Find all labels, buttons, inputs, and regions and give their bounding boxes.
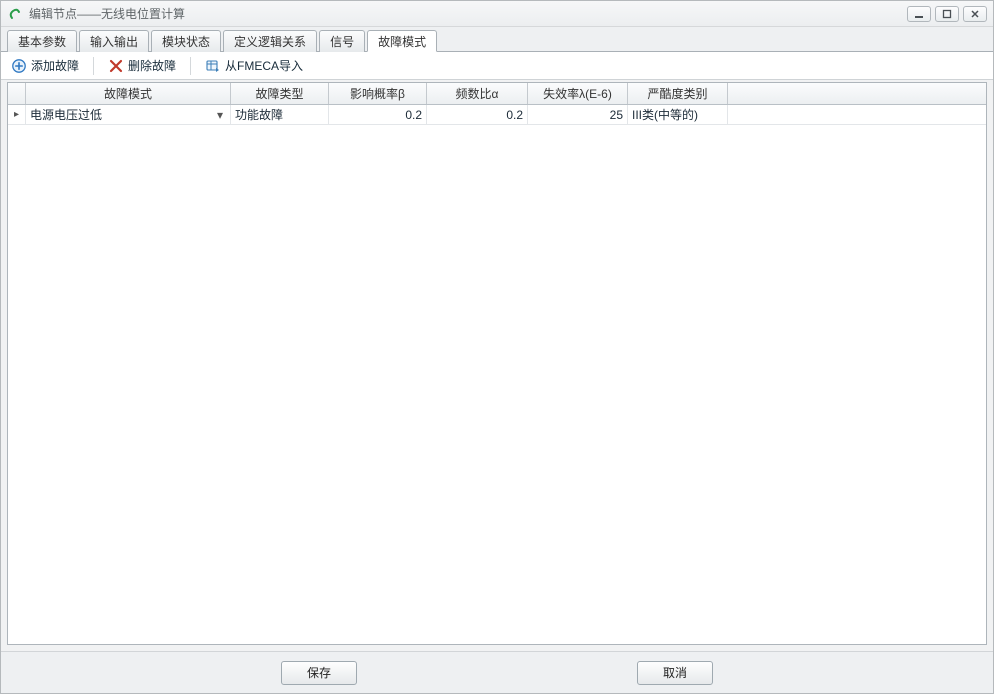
- delete-x-icon: [108, 58, 124, 74]
- tab-io[interactable]: 输入输出: [79, 30, 149, 52]
- cell-alpha[interactable]: 0.2: [427, 105, 528, 124]
- cell-lambda[interactable]: 25: [528, 105, 628, 124]
- header-beta[interactable]: 影响概率β: [329, 83, 427, 104]
- add-failure-button[interactable]: 添加故障: [7, 55, 83, 76]
- button-label: 取消: [663, 664, 687, 681]
- header-failure-type[interactable]: 故障类型: [231, 83, 329, 104]
- tab-module-state[interactable]: 模块状态: [151, 30, 221, 52]
- cell-failure-type[interactable]: 功能故障: [231, 105, 329, 124]
- app-icon: [7, 6, 23, 22]
- cell-text: 0.2: [405, 108, 422, 122]
- tab-signal[interactable]: 信号: [319, 30, 365, 52]
- maximize-button[interactable]: [935, 6, 959, 22]
- cell-text: 功能故障: [235, 106, 283, 123]
- header-alpha[interactable]: 频数比α: [427, 83, 528, 104]
- toolbar-separator: [190, 57, 191, 75]
- cell-text: III类(中等的): [632, 106, 698, 123]
- cell-text: 电源电压过低: [30, 106, 102, 123]
- dialog-window: 编辑节点——无线电位置计算 基本参数 输入输出 模块状态 定义逻辑关系 信号 故…: [0, 0, 994, 694]
- tab-label: 信号: [330, 33, 354, 50]
- header-failure-mode[interactable]: 故障模式: [26, 83, 231, 104]
- delete-failure-button[interactable]: 删除故障: [104, 55, 180, 76]
- cancel-button[interactable]: 取消: [637, 661, 713, 685]
- tab-label: 基本参数: [18, 33, 66, 50]
- minimize-button[interactable]: [907, 6, 931, 22]
- titlebar: 编辑节点——无线电位置计算: [1, 1, 993, 27]
- header-severity[interactable]: 严酷度类别: [628, 83, 728, 104]
- grid-header: 故障模式 故障类型 影响概率β 频数比α 失效率λ(E-6) 严酷度类别: [8, 83, 986, 105]
- toolbar: 添加故障 删除故障 从FMECA导入: [1, 52, 993, 80]
- dropdown-arrow-icon[interactable]: ▾: [214, 108, 226, 122]
- header-lambda[interactable]: 失效率λ(E-6): [528, 83, 628, 104]
- import-fmeca-button[interactable]: 从FMECA导入: [201, 55, 307, 76]
- save-button[interactable]: 保存: [281, 661, 357, 685]
- import-table-icon: [205, 58, 221, 74]
- window-controls: [907, 6, 987, 22]
- cell-beta[interactable]: 0.2: [329, 105, 427, 124]
- tab-basic-params[interactable]: 基本参数: [7, 30, 77, 52]
- cell-severity[interactable]: III类(中等的): [628, 105, 728, 124]
- footer: 保存 取消: [1, 651, 993, 693]
- tab-strip: 基本参数 输入输出 模块状态 定义逻辑关系 信号 故障模式: [1, 27, 993, 52]
- cell-failure-mode[interactable]: 电源电压过低 ▾: [26, 105, 231, 124]
- tab-label: 模块状态: [162, 33, 210, 50]
- toolbar-label: 从FMECA导入: [225, 57, 303, 74]
- cell-text: 0.2: [506, 108, 523, 122]
- window-title: 编辑节点——无线电位置计算: [29, 5, 907, 22]
- row-indicator-icon: ▸: [8, 105, 26, 124]
- grid-body[interactable]: ▸ 电源电压过低 ▾ 功能故障 0.2 0.2 25 III类(中等的): [8, 105, 986, 644]
- button-label: 保存: [307, 664, 331, 681]
- plus-circle-icon: [11, 58, 27, 74]
- tab-label: 故障模式: [378, 33, 426, 50]
- tab-failure-mode[interactable]: 故障模式: [367, 30, 437, 52]
- tab-label: 定义逻辑关系: [234, 33, 306, 50]
- cell-text: 25: [610, 108, 623, 122]
- toolbar-label: 删除故障: [128, 57, 176, 74]
- close-button[interactable]: [963, 6, 987, 22]
- table-row[interactable]: ▸ 电源电压过低 ▾ 功能故障 0.2 0.2 25 III类(中等的): [8, 105, 986, 125]
- header-indicator: [8, 83, 26, 104]
- client-area: 基本参数 输入输出 模块状态 定义逻辑关系 信号 故障模式 添加故障 删除故障: [1, 27, 993, 693]
- tab-logic-relations[interactable]: 定义逻辑关系: [223, 30, 317, 52]
- tab-label: 输入输出: [90, 33, 138, 50]
- toolbar-separator: [93, 57, 94, 75]
- toolbar-label: 添加故障: [31, 57, 79, 74]
- failure-grid: 故障模式 故障类型 影响概率β 频数比α 失效率λ(E-6) 严酷度类别 ▸ 电…: [7, 82, 987, 645]
